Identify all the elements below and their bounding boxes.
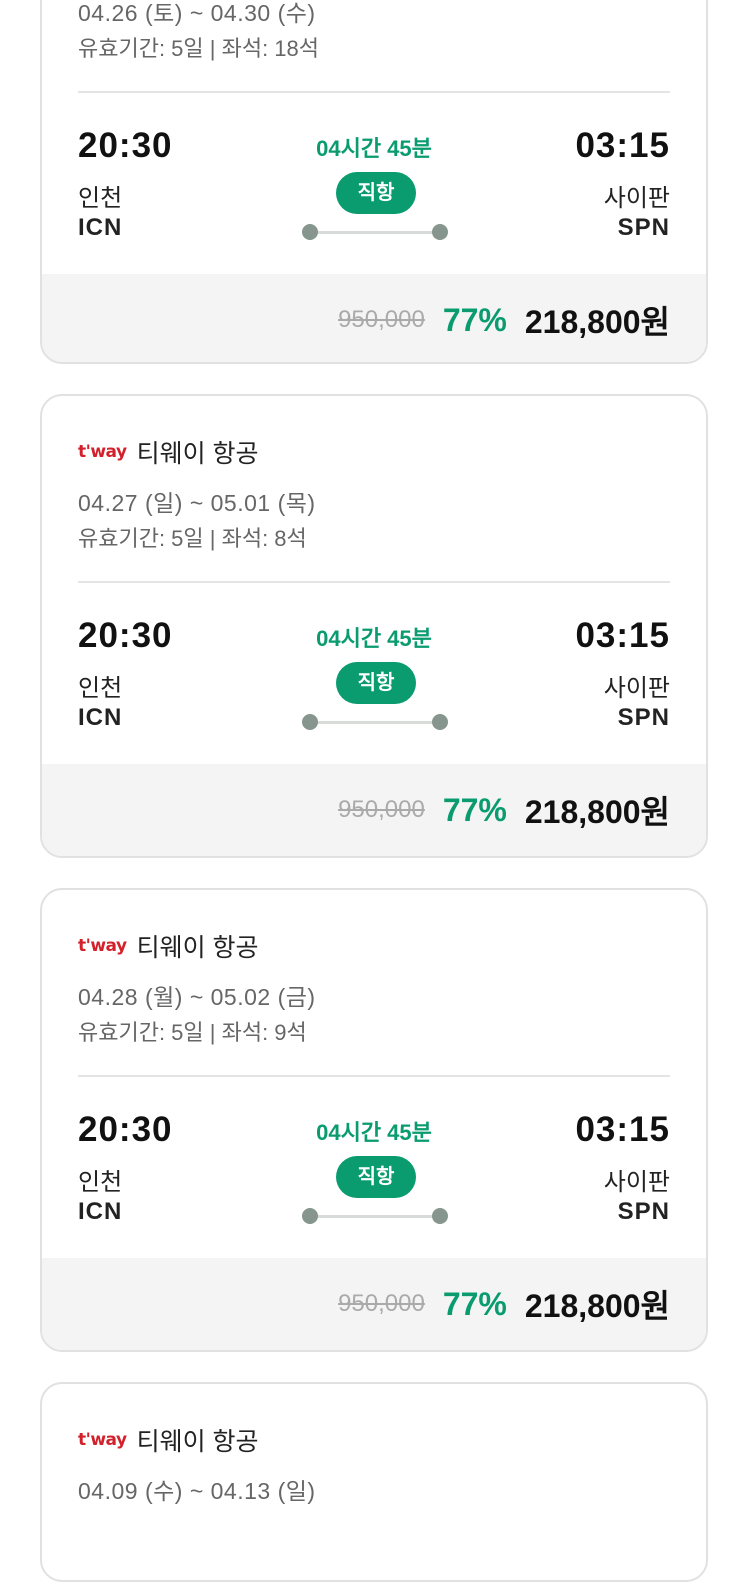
validity-seats: 유효기간: 5일 | 좌석: 9석: [78, 1020, 307, 1045]
travel-dates: 04.27 (일) ~ 05.01 (목): [78, 490, 316, 516]
discount-rate: 77%: [442, 1285, 507, 1322]
airline-name: 티웨이 항공: [136, 934, 259, 962]
departure-code: ICN: [78, 704, 123, 731]
route-line: [310, 231, 442, 234]
arrival-time: 03:15: [575, 616, 670, 655]
travel-dates: 04.09 (수) ~ 04.13 (일): [78, 1478, 316, 1504]
flight-card[interactable]: t'way 티웨이 항공 04.09 (수) ~ 04.13 (일): [40, 1382, 708, 1582]
airline-info: t'way 티웨이 항공: [78, 928, 259, 964]
arrival-city: 사이판: [603, 185, 670, 212]
price-bar: 950,000 77% 218,800원: [42, 764, 706, 856]
arrival-time: 03:15: [575, 1110, 670, 1149]
travel-dates: 04.26 (토) ~ 04.30 (수): [78, 0, 316, 26]
route-start-dot: [302, 224, 318, 240]
original-price: 950,000: [338, 796, 425, 823]
arrival-code: SPN: [617, 1198, 670, 1225]
arrival-city: 사이판: [603, 1169, 670, 1196]
airline-name: 티웨이 항공: [136, 1428, 259, 1456]
departure-city: 인천: [78, 1169, 123, 1196]
direct-badge: 직항: [336, 662, 416, 704]
tway-logo: t'way: [78, 442, 127, 462]
discount-rate: 77%: [442, 301, 507, 338]
route-start-dot: [302, 714, 318, 730]
route-line: [310, 1215, 442, 1218]
departure-code: ICN: [78, 1198, 123, 1225]
divider: [78, 1075, 670, 1077]
direct-badge: 직항: [336, 172, 416, 214]
departure-city: 인천: [78, 185, 123, 212]
original-price: 950,000: [338, 1290, 425, 1317]
original-price: 950,000: [338, 306, 425, 333]
flight-card[interactable]: t'way 티웨이 항공 04.28 (월) ~ 05.02 (금) 유효기간:…: [40, 888, 708, 1352]
tway-logo: t'way: [78, 936, 127, 956]
price-bar: 950,000 77% 218,800원: [42, 274, 706, 362]
travel-dates: 04.28 (월) ~ 05.02 (금): [78, 984, 316, 1010]
arrival-city: 사이판: [603, 675, 670, 702]
route-end-dot: [432, 224, 448, 240]
airline-name: 티웨이 항공: [136, 440, 259, 468]
flight-card[interactable]: t'way 티웨이 항공 04.27 (일) ~ 05.01 (목) 유효기간:…: [40, 394, 708, 858]
direct-badge: 직항: [336, 1156, 416, 1198]
flight-card[interactable]: 04.26 (토) ~ 04.30 (수) 유효기간: 5일 | 좌석: 18석…: [40, 0, 708, 364]
departure-city: 인천: [78, 675, 123, 702]
route-end-dot: [432, 1208, 448, 1224]
divider: [78, 581, 670, 583]
validity-seats: 유효기간: 5일 | 좌석: 8석: [78, 526, 307, 551]
route-end-dot: [432, 714, 448, 730]
arrival-code: SPN: [617, 704, 670, 731]
route-start-dot: [302, 1208, 318, 1224]
airline-info: t'way 티웨이 항공: [78, 434, 259, 470]
sale-price: 218,800원: [524, 794, 670, 830]
discount-rate: 77%: [442, 791, 507, 828]
sale-price: 218,800원: [524, 1288, 670, 1324]
sale-price: 218,800원: [524, 304, 670, 340]
price-bar: 950,000 77% 218,800원: [42, 1258, 706, 1350]
arrival-time: 03:15: [575, 126, 670, 165]
tway-logo: t'way: [78, 1430, 127, 1450]
route-line: [310, 721, 442, 724]
divider: [78, 91, 670, 93]
validity-seats: 유효기간: 5일 | 좌석: 18석: [78, 36, 320, 61]
airline-info: t'way 티웨이 항공: [78, 1422, 259, 1458]
departure-code: ICN: [78, 214, 123, 241]
arrival-code: SPN: [617, 214, 670, 241]
